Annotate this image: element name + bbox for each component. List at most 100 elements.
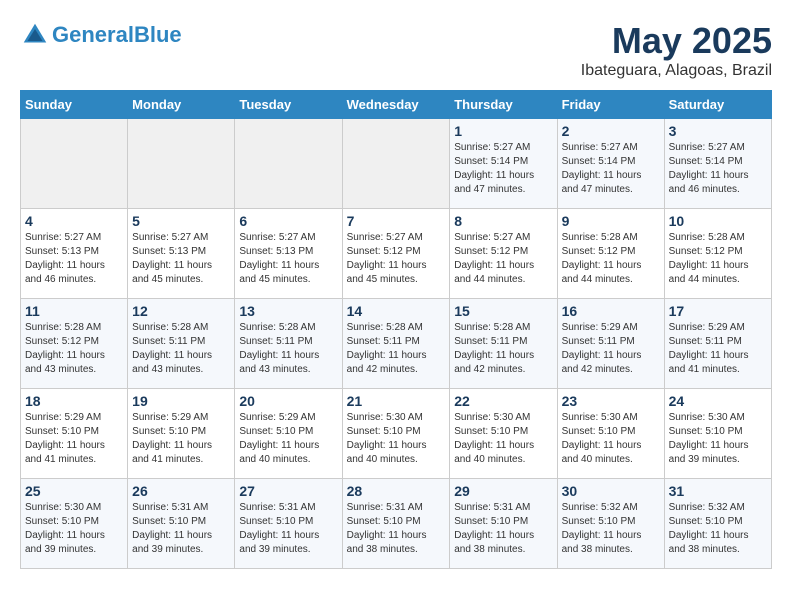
day-info: Sunrise: 5:31 AM Sunset: 5:10 PM Dayligh…	[454, 501, 552, 557]
month-title: May 2025	[581, 20, 772, 62]
day-number: 11	[25, 303, 123, 319]
calendar-week-4: 18 Sunrise: 5:29 AM Sunset: 5:10 PM Dayli…	[21, 389, 772, 479]
day-info: Sunrise: 5:28 AM Sunset: 5:12 PM Dayligh…	[25, 321, 123, 377]
day-number: 9	[562, 213, 660, 229]
day-number: 10	[669, 213, 767, 229]
calendar-cell: 26 Sunrise: 5:31 AM Sunset: 5:10 PM Dayli…	[128, 479, 235, 569]
day-header-tuesday: Tuesday	[235, 91, 342, 119]
calendar-cell: 3 Sunrise: 5:27 AM Sunset: 5:14 PM Daylig…	[664, 119, 771, 209]
calendar-cell: 18 Sunrise: 5:29 AM Sunset: 5:10 PM Dayli…	[21, 389, 128, 479]
day-info: Sunrise: 5:28 AM Sunset: 5:11 PM Dayligh…	[132, 321, 230, 377]
day-info: Sunrise: 5:27 AM Sunset: 5:13 PM Dayligh…	[25, 231, 123, 287]
logo-text: GeneralBlue	[52, 23, 182, 47]
day-info: Sunrise: 5:30 AM Sunset: 5:10 PM Dayligh…	[347, 411, 446, 467]
day-header-sunday: Sunday	[21, 91, 128, 119]
day-number: 27	[239, 483, 337, 499]
day-info: Sunrise: 5:28 AM Sunset: 5:11 PM Dayligh…	[239, 321, 337, 377]
day-info: Sunrise: 5:28 AM Sunset: 5:12 PM Dayligh…	[669, 231, 767, 287]
day-info: Sunrise: 5:31 AM Sunset: 5:10 PM Dayligh…	[239, 501, 337, 557]
day-number: 22	[454, 393, 552, 409]
day-info: Sunrise: 5:31 AM Sunset: 5:10 PM Dayligh…	[132, 501, 230, 557]
day-number: 2	[562, 123, 660, 139]
calendar-cell: 29Sunrise: 5:31 AM Sunset: 5:10 PM Dayli…	[450, 479, 557, 569]
calendar-cell: 8Sunrise: 5:27 AM Sunset: 5:12 PM Daylig…	[450, 209, 557, 299]
day-info: Sunrise: 5:27 AM Sunset: 5:14 PM Dayligh…	[562, 141, 660, 197]
day-info: Sunrise: 5:30 AM Sunset: 5:10 PM Dayligh…	[562, 411, 660, 467]
calendar-cell: 7 Sunrise: 5:27 AM Sunset: 5:12 PM Daylig…	[342, 209, 450, 299]
day-number: 25	[25, 483, 123, 499]
day-number: 18	[25, 393, 123, 409]
calendar-cell: 13 Sunrise: 5:28 AM Sunset: 5:11 PM Dayli…	[235, 299, 342, 389]
calendar-cell: 28 Sunrise: 5:31 AM Sunset: 5:10 PM Dayli…	[342, 479, 450, 569]
day-info: Sunrise: 5:30 AM Sunset: 5:10 PM Dayligh…	[25, 501, 123, 557]
day-number: 30	[562, 483, 660, 499]
calendar-cell: 22 Sunrise: 5:30 AM Sunset: 5:10 PM Dayli…	[450, 389, 557, 479]
calendar-cell: 15 Sunrise: 5:28 AM Sunset: 5:11 PM Dayli…	[450, 299, 557, 389]
day-info: Sunrise: 5:27 AM Sunset: 5:14 PM Dayligh…	[454, 141, 552, 197]
calendar-week-1: 1 Sunrise: 5:27 AM Sunset: 5:14 PM Daylig…	[21, 119, 772, 209]
day-number: 5	[132, 213, 230, 229]
day-info: Sunrise: 5:27 AM Sunset: 5:12 PM Dayligh…	[454, 231, 552, 287]
day-info: Sunrise: 5:29 AM Sunset: 5:11 PM Dayligh…	[562, 321, 660, 377]
day-number: 4	[25, 213, 123, 229]
day-info: Sunrise: 5:27 AM Sunset: 5:12 PM Dayligh…	[347, 231, 446, 287]
day-number: 24	[669, 393, 767, 409]
day-info: Sunrise: 5:31 AM Sunset: 5:10 PM Dayligh…	[347, 501, 446, 557]
day-header-thursday: Thursday	[450, 91, 557, 119]
logo-icon	[20, 20, 50, 50]
day-number: 12	[132, 303, 230, 319]
day-info: Sunrise: 5:27 AM Sunset: 5:13 PM Dayligh…	[239, 231, 337, 287]
day-header-saturday: Saturday	[664, 91, 771, 119]
day-number: 31	[669, 483, 767, 499]
calendar-cell: 17 Sunrise: 5:29 AM Sunset: 5:11 PM Dayli…	[664, 299, 771, 389]
day-info: Sunrise: 5:29 AM Sunset: 5:10 PM Dayligh…	[239, 411, 337, 467]
day-header-friday: Friday	[557, 91, 664, 119]
title-area: May 2025 Ibateguara, Alagoas, Brazil	[581, 20, 772, 80]
day-number: 17	[669, 303, 767, 319]
calendar-cell: 5Sunrise: 5:27 AM Sunset: 5:13 PM Daylig…	[128, 209, 235, 299]
calendar-cell: 2 Sunrise: 5:27 AM Sunset: 5:14 PM Daylig…	[557, 119, 664, 209]
day-info: Sunrise: 5:29 AM Sunset: 5:10 PM Dayligh…	[25, 411, 123, 467]
day-number: 15	[454, 303, 552, 319]
calendar-cell: 9Sunrise: 5:28 AM Sunset: 5:12 PM Daylig…	[557, 209, 664, 299]
calendar-cell: 16 Sunrise: 5:29 AM Sunset: 5:11 PM Dayli…	[557, 299, 664, 389]
calendar-cell: 27 Sunrise: 5:31 AM Sunset: 5:10 PM Dayli…	[235, 479, 342, 569]
calendar-cell: 20Sunrise: 5:29 AM Sunset: 5:10 PM Dayli…	[235, 389, 342, 479]
day-number: 1	[454, 123, 552, 139]
location-subtitle: Ibateguara, Alagoas, Brazil	[581, 62, 772, 80]
calendar-week-5: 25 Sunrise: 5:30 AM Sunset: 5:10 PM Dayli…	[21, 479, 772, 569]
day-info: Sunrise: 5:32 AM Sunset: 5:10 PM Dayligh…	[669, 501, 767, 557]
calendar-cell: 14Sunrise: 5:28 AM Sunset: 5:11 PM Dayli…	[342, 299, 450, 389]
calendar-cell: 23 Sunrise: 5:30 AM Sunset: 5:10 PM Dayli…	[557, 389, 664, 479]
day-header-monday: Monday	[128, 91, 235, 119]
day-number: 16	[562, 303, 660, 319]
calendar-header-row: SundayMondayTuesdayWednesdayThursdayFrid…	[21, 91, 772, 119]
calendar-cell: 4 Sunrise: 5:27 AM Sunset: 5:13 PM Daylig…	[21, 209, 128, 299]
day-number: 26	[132, 483, 230, 499]
day-info: Sunrise: 5:27 AM Sunset: 5:14 PM Dayligh…	[669, 141, 767, 197]
day-info: Sunrise: 5:28 AM Sunset: 5:11 PM Dayligh…	[454, 321, 552, 377]
page-header: GeneralBlue May 2025 Ibateguara, Alagoas…	[20, 20, 772, 80]
calendar-cell: 1 Sunrise: 5:27 AM Sunset: 5:14 PM Daylig…	[450, 119, 557, 209]
day-info: Sunrise: 5:32 AM Sunset: 5:10 PM Dayligh…	[562, 501, 660, 557]
calendar-cell: 21Sunrise: 5:30 AM Sunset: 5:10 PM Dayli…	[342, 389, 450, 479]
calendar-cell: 19Sunrise: 5:29 AM Sunset: 5:10 PM Dayli…	[128, 389, 235, 479]
day-number: 7	[347, 213, 446, 229]
day-info: Sunrise: 5:29 AM Sunset: 5:11 PM Dayligh…	[669, 321, 767, 377]
day-info: Sunrise: 5:30 AM Sunset: 5:10 PM Dayligh…	[454, 411, 552, 467]
calendar-cell	[128, 119, 235, 209]
day-number: 3	[669, 123, 767, 139]
day-info: Sunrise: 5:28 AM Sunset: 5:11 PM Dayligh…	[347, 321, 446, 377]
calendar-cell	[342, 119, 450, 209]
calendar-week-2: 4 Sunrise: 5:27 AM Sunset: 5:13 PM Daylig…	[21, 209, 772, 299]
day-header-wednesday: Wednesday	[342, 91, 450, 119]
calendar-cell: 31 Sunrise: 5:32 AM Sunset: 5:10 PM Dayli…	[664, 479, 771, 569]
day-info: Sunrise: 5:30 AM Sunset: 5:10 PM Dayligh…	[669, 411, 767, 467]
logo-line1: General	[52, 22, 134, 47]
calendar-cell: 24 Sunrise: 5:30 AM Sunset: 5:10 PM Dayli…	[664, 389, 771, 479]
day-number: 13	[239, 303, 337, 319]
logo: GeneralBlue	[20, 20, 182, 50]
day-number: 28	[347, 483, 446, 499]
day-number: 6	[239, 213, 337, 229]
day-number: 23	[562, 393, 660, 409]
